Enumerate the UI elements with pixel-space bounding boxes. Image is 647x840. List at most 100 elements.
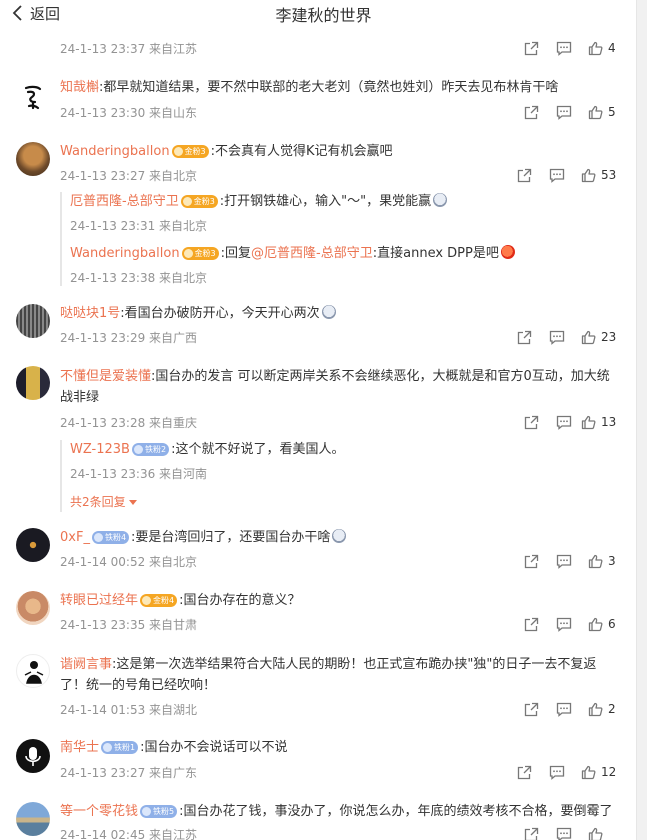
comment-text: 哒哒块1号:看国台办破防开心，今天开心两次 [60,303,336,324]
fan-badge: 铁粉5 [140,805,178,818]
reply-text: WZ-123B 铁粉2:这个就不好说了，看美国人。 [70,439,344,460]
avatar[interactable] [16,366,50,400]
emoji-icon [332,529,347,543]
share-button[interactable] [524,553,539,569]
comment-icon [556,617,572,632]
fan-badge: 金粉3 [180,195,218,208]
scrollbar[interactable] [636,0,647,840]
like-count: 4 [608,41,616,55]
comment-button[interactable] [556,414,572,430]
like-button[interactable]: 5 [588,104,616,120]
like-button[interactable]: 53 [581,167,616,183]
username[interactable]: 0xF_ [60,530,90,545]
avatar[interactable] [16,739,50,773]
emoji-icon [433,193,448,207]
reply-text: Wanderingballon 金粉3:回复@厄普西隆-总部守卫:直接annex … [70,243,515,264]
comment-icon [556,41,572,56]
comment-button[interactable] [549,329,565,345]
comment-text: 知哉槲:都早就知道结果，要不然中联部的老大老刘（竟然也姓刘）昨天去见布林肯干啥 [60,77,558,98]
share-icon [524,41,539,55]
comment-body: :国台办花了钱，事没办了，你说怎么办，年底的绩效考核不合格，要倒霉了 [179,804,613,819]
comment-meta: 24-1-13 23:27 来自北京 [60,169,198,183]
like-button[interactable] [588,826,603,840]
comment-text: 等一个零花钱 铁粉5:国台办花了钱，事没办了，你说怎么办，年底的绩效考核不合格，要… [60,801,613,822]
avatar[interactable] [16,304,50,338]
share-button[interactable] [517,167,532,183]
share-icon [517,330,532,344]
comment-meta: 24-1-13 23:27 来自广东 [60,766,198,780]
share-button[interactable] [524,616,539,632]
comment-body: :不会真有人觉得K记有机会赢吧 [210,144,393,159]
comment-meta: 24-1-13 23:35 来自甘肃 [60,618,198,632]
thumbs-up-icon [581,415,596,429]
like-button[interactable]: 4 [588,40,616,56]
reply-meta: 24-1-13 23:31 来自北京 [70,219,208,233]
avatar[interactable] [16,528,50,562]
username[interactable]: Wanderingballon [60,144,170,159]
avatar[interactable] [16,654,50,688]
share-icon [524,617,539,631]
comment-button[interactable] [556,104,572,120]
comment-body: :这是第一次选举结果符合大陆人民的期盼！也正式宣布跪办挟"独"的日子一去不复返了… [60,657,597,693]
reply-text: 厄普西隆-总部守卫 金粉3:打开钢铁雄心，输入"～"，果党能赢 [70,191,448,212]
comment-icon [556,415,572,430]
comment-icon [549,330,565,345]
comment-icon [556,702,572,717]
more-replies-label: 共2条回复 [70,495,126,509]
avatar[interactable] [16,142,50,176]
like-button[interactable]: 2 [588,701,616,717]
comment-button[interactable] [556,40,572,56]
comment-button[interactable] [549,167,565,183]
reply-meta: 24-1-13 23:38 来自北京 [70,271,208,285]
like-button[interactable]: 3 [588,553,616,569]
share-button[interactable] [524,414,539,430]
comment-body: :都早就知道结果，要不然中联部的老大老刘（竟然也姓刘）昨天去见布林肯干啥 [99,80,559,95]
username[interactable]: 转眼已过经年 [60,593,138,608]
comment-button[interactable] [556,701,572,717]
like-button[interactable]: 6 [588,616,616,632]
share-button[interactable] [524,40,539,56]
comment-meta: 24-1-13 23:28 来自重庆 [60,416,198,430]
username[interactable]: 哒哒块1号 [60,306,120,321]
avatar[interactable] [16,80,50,114]
username[interactable]: 不懂但是爱装懂 [60,369,151,384]
username[interactable]: 知哉槲 [60,80,99,95]
comment-button[interactable] [549,764,565,780]
fan-badge: 金粉4 [140,594,178,607]
mention-link[interactable]: @厄普西隆-总部守卫 [251,246,373,261]
like-count: 13 [601,415,617,429]
comment-meta: 24-1-13 23:29 来自广西 [60,331,198,345]
like-button[interactable]: 12 [581,764,616,780]
avatar[interactable] [16,591,50,625]
username[interactable]: 谐阙言事 [60,657,112,672]
username[interactable]: Wanderingballon [70,246,180,261]
share-button[interactable] [517,764,532,780]
comment-button[interactable] [556,616,572,632]
username[interactable]: 厄普西隆-总部守卫 [70,194,179,209]
like-button[interactable]: 23 [581,329,616,345]
username[interactable]: 等一个零花钱 [60,804,138,819]
share-button[interactable] [517,329,532,345]
share-button[interactable] [524,826,539,840]
username[interactable]: 南华士 [60,740,99,755]
thumbs-up-icon [588,554,603,568]
comment-body: :国台办不会说话可以不说 [140,740,288,755]
fan-badge: 金粉3 [181,247,219,260]
reply-body: :直接annex DPP是吧 [372,246,499,261]
username[interactable]: WZ-123B [70,442,130,457]
comment-text: 不懂但是爱装懂:国台办的发言 可以断定两岸关系不会继续恶化，大概就是和官方0互动… [60,366,620,408]
like-count: 53 [601,168,617,182]
comment-button[interactable] [556,553,572,569]
share-button[interactable] [524,104,539,120]
reply-body: :这个就不好说了，看美国人。 [171,442,345,457]
comment-button[interactable] [556,826,572,840]
more-replies-link[interactable]: 共2条回复 [70,493,137,510]
comment-body: :要是台湾回归了，还要国台办干啥 [131,530,331,545]
thumbs-up-icon [588,702,603,716]
comment-body: :国台办存在的意义？ [179,593,301,608]
like-button[interactable]: 13 [581,414,616,430]
avatar[interactable] [16,802,50,836]
thumbs-up-icon [588,617,603,631]
share-icon [517,765,532,779]
share-button[interactable] [524,701,539,717]
